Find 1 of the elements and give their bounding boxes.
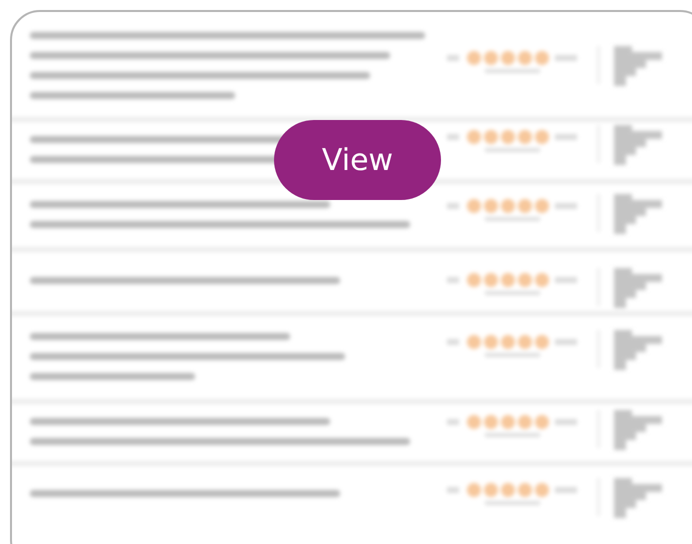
view-button[interactable]: View (274, 120, 441, 200)
